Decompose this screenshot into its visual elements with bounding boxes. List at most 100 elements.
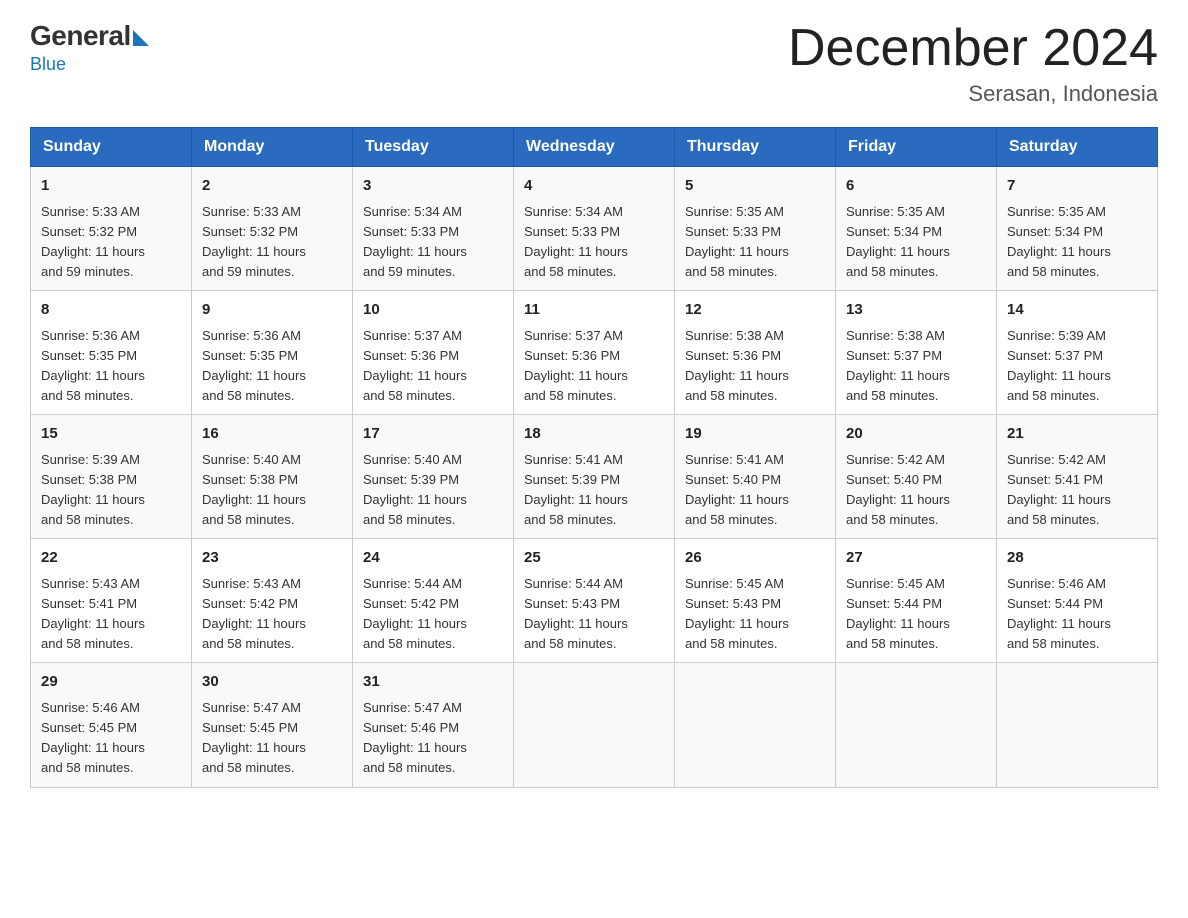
day-number: 31 (363, 671, 503, 694)
day-info: Sunrise: 5:39 AMSunset: 5:37 PMDaylight:… (1007, 326, 1147, 407)
day-number: 21 (1007, 423, 1147, 446)
day-number: 23 (202, 547, 342, 570)
calendar-week-row: 29Sunrise: 5:46 AMSunset: 5:45 PMDayligh… (31, 663, 1158, 787)
day-info: Sunrise: 5:47 AMSunset: 5:45 PMDaylight:… (202, 698, 342, 779)
day-number: 2 (202, 175, 342, 198)
calendar-cell: 20Sunrise: 5:42 AMSunset: 5:40 PMDayligh… (836, 415, 997, 539)
day-info: Sunrise: 5:42 AMSunset: 5:40 PMDaylight:… (846, 450, 986, 531)
header-tuesday: Tuesday (353, 128, 514, 167)
day-info: Sunrise: 5:43 AMSunset: 5:41 PMDaylight:… (41, 574, 181, 655)
day-info: Sunrise: 5:35 AMSunset: 5:34 PMDaylight:… (846, 202, 986, 283)
day-info: Sunrise: 5:35 AMSunset: 5:34 PMDaylight:… (1007, 202, 1147, 283)
day-number: 4 (524, 175, 664, 198)
calendar-cell (675, 663, 836, 787)
day-info: Sunrise: 5:47 AMSunset: 5:46 PMDaylight:… (363, 698, 503, 779)
day-info: Sunrise: 5:38 AMSunset: 5:37 PMDaylight:… (846, 326, 986, 407)
calendar-cell: 23 Sunrise: 5:43 AMSunset: 5:42 PMDayligh… (192, 539, 353, 663)
calendar-cell: 3Sunrise: 5:34 AMSunset: 5:33 PMDaylight… (353, 167, 514, 291)
day-info: Sunrise: 5:46 AMSunset: 5:44 PMDaylight:… (1007, 574, 1147, 655)
day-number: 3 (363, 175, 503, 198)
day-number: 12 (685, 299, 825, 322)
day-info: Sunrise: 5:33 AMSunset: 5:32 PMDaylight:… (41, 202, 181, 283)
day-number: 11 (524, 299, 664, 322)
logo: General Blue (30, 20, 149, 75)
day-info: Sunrise: 5:35 AMSunset: 5:33 PMDaylight:… (685, 202, 825, 283)
header-wednesday: Wednesday (514, 128, 675, 167)
logo-blue-text: Blue (30, 54, 66, 75)
day-number: 22 (41, 547, 181, 570)
day-number: 1 (41, 175, 181, 198)
day-info: Sunrise: 5:45 AMSunset: 5:44 PMDaylight:… (846, 574, 986, 655)
calendar-cell: 15 Sunrise: 5:39 AMSunset: 5:38 PMDayligh… (31, 415, 192, 539)
calendar-cell: 26 Sunrise: 5:45 AMSunset: 5:43 PMDayligh… (675, 539, 836, 663)
calendar-cell: 6 Sunrise: 5:35 AMSunset: 5:34 PMDaylight… (836, 167, 997, 291)
day-number: 19 (685, 423, 825, 446)
day-number: 24 (363, 547, 503, 570)
calendar-cell: 31 Sunrise: 5:47 AMSunset: 5:46 PMDayligh… (353, 663, 514, 787)
day-number: 14 (1007, 299, 1147, 322)
calendar-cell: 9Sunrise: 5:36 AMSunset: 5:35 PMDaylight… (192, 291, 353, 415)
logo-arrow-icon (133, 30, 149, 46)
day-number: 6 (846, 175, 986, 198)
calendar-cell: 14 Sunrise: 5:39 AMSunset: 5:37 PMDayligh… (997, 291, 1158, 415)
day-info: Sunrise: 5:39 AMSunset: 5:38 PMDaylight:… (41, 450, 181, 531)
day-number: 5 (685, 175, 825, 198)
header-monday: Monday (192, 128, 353, 167)
calendar-cell: 25Sunrise: 5:44 AMSunset: 5:43 PMDayligh… (514, 539, 675, 663)
day-number: 30 (202, 671, 342, 694)
calendar-table: SundayMondayTuesdayWednesdayThursdayFrid… (30, 127, 1158, 787)
calendar-cell: 30 Sunrise: 5:47 AMSunset: 5:45 PMDayligh… (192, 663, 353, 787)
page-title: December 2024 (788, 20, 1158, 77)
calendar-cell: 8Sunrise: 5:36 AMSunset: 5:35 PMDaylight… (31, 291, 192, 415)
day-number: 29 (41, 671, 181, 694)
calendar-cell: 5 Sunrise: 5:35 AMSunset: 5:33 PMDaylight… (675, 167, 836, 291)
calendar-week-row: 22 Sunrise: 5:43 AMSunset: 5:41 PMDayligh… (31, 539, 1158, 663)
day-number: 15 (41, 423, 181, 446)
calendar-cell: 11 Sunrise: 5:37 AMSunset: 5:36 PMDayligh… (514, 291, 675, 415)
day-info: Sunrise: 5:40 AMSunset: 5:38 PMDaylight:… (202, 450, 342, 531)
calendar-header-row: SundayMondayTuesdayWednesdayThursdayFrid… (31, 128, 1158, 167)
day-number: 17 (363, 423, 503, 446)
calendar-cell: 10Sunrise: 5:37 AMSunset: 5:36 PMDayligh… (353, 291, 514, 415)
calendar-cell (997, 663, 1158, 787)
calendar-cell: 19 Sunrise: 5:41 AMSunset: 5:40 PMDayligh… (675, 415, 836, 539)
day-number: 25 (524, 547, 664, 570)
day-number: 13 (846, 299, 986, 322)
calendar-week-row: 8Sunrise: 5:36 AMSunset: 5:35 PMDaylight… (31, 291, 1158, 415)
calendar-cell: 2 Sunrise: 5:33 AMSunset: 5:32 PMDaylight… (192, 167, 353, 291)
day-info: Sunrise: 5:34 AMSunset: 5:33 PMDaylight:… (524, 202, 664, 283)
day-info: Sunrise: 5:45 AMSunset: 5:43 PMDaylight:… (685, 574, 825, 655)
calendar-cell: 29Sunrise: 5:46 AMSunset: 5:45 PMDayligh… (31, 663, 192, 787)
calendar-cell (514, 663, 675, 787)
day-info: Sunrise: 5:40 AMSunset: 5:39 PMDaylight:… (363, 450, 503, 531)
calendar-cell: 16Sunrise: 5:40 AMSunset: 5:38 PMDayligh… (192, 415, 353, 539)
day-info: Sunrise: 5:37 AMSunset: 5:36 PMDaylight:… (524, 326, 664, 407)
calendar-week-row: 15 Sunrise: 5:39 AMSunset: 5:38 PMDayligh… (31, 415, 1158, 539)
calendar-cell: 21 Sunrise: 5:42 AMSunset: 5:41 PMDayligh… (997, 415, 1158, 539)
header-saturday: Saturday (997, 128, 1158, 167)
day-number: 27 (846, 547, 986, 570)
day-info: Sunrise: 5:33 AMSunset: 5:32 PMDaylight:… (202, 202, 342, 283)
calendar-cell: 17 Sunrise: 5:40 AMSunset: 5:39 PMDayligh… (353, 415, 514, 539)
calendar-cell: 28 Sunrise: 5:46 AMSunset: 5:44 PMDayligh… (997, 539, 1158, 663)
day-info: Sunrise: 5:36 AMSunset: 5:35 PMDaylight:… (202, 326, 342, 407)
calendar-week-row: 1 Sunrise: 5:33 AMSunset: 5:32 PMDaylight… (31, 167, 1158, 291)
day-info: Sunrise: 5:43 AMSunset: 5:42 PMDaylight:… (202, 574, 342, 655)
day-number: 26 (685, 547, 825, 570)
day-number: 7 (1007, 175, 1147, 198)
header-friday: Friday (836, 128, 997, 167)
day-number: 28 (1007, 547, 1147, 570)
calendar-cell: 1 Sunrise: 5:33 AMSunset: 5:32 PMDaylight… (31, 167, 192, 291)
calendar-cell: 22 Sunrise: 5:43 AMSunset: 5:41 PMDayligh… (31, 539, 192, 663)
day-number: 10 (363, 299, 503, 322)
calendar-cell: 18Sunrise: 5:41 AMSunset: 5:39 PMDayligh… (514, 415, 675, 539)
calendar-cell: 4 Sunrise: 5:34 AMSunset: 5:33 PMDaylight… (514, 167, 675, 291)
day-info: Sunrise: 5:42 AMSunset: 5:41 PMDaylight:… (1007, 450, 1147, 531)
calendar-cell: 24Sunrise: 5:44 AMSunset: 5:42 PMDayligh… (353, 539, 514, 663)
calendar-cell: 7 Sunrise: 5:35 AMSunset: 5:34 PMDaylight… (997, 167, 1158, 291)
day-number: 18 (524, 423, 664, 446)
calendar-cell: 13 Sunrise: 5:38 AMSunset: 5:37 PMDayligh… (836, 291, 997, 415)
header-sunday: Sunday (31, 128, 192, 167)
day-info: Sunrise: 5:41 AMSunset: 5:40 PMDaylight:… (685, 450, 825, 531)
calendar-cell: 27 Sunrise: 5:45 AMSunset: 5:44 PMDayligh… (836, 539, 997, 663)
